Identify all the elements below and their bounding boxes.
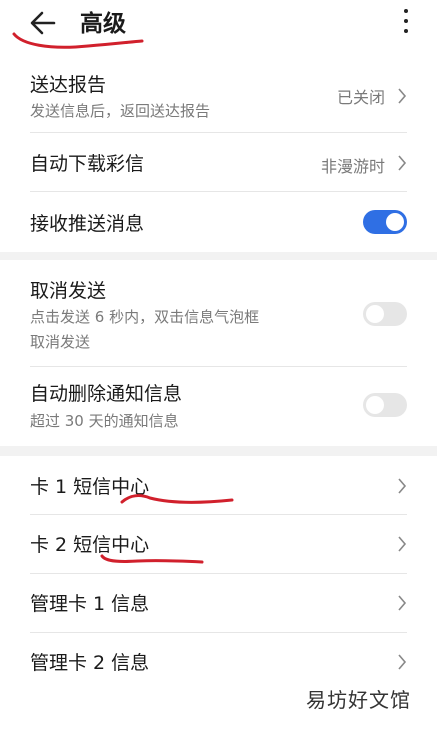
chevron-right-icon [398, 595, 407, 611]
chevron-right-icon [398, 478, 407, 494]
setting-cancel-send: 取消发送 点击发送 6 秒内，双击信息气泡框 取消发送 [0, 260, 437, 358]
chevron-right-icon [398, 536, 407, 552]
chevron-right-icon [398, 654, 407, 670]
setting-value: 已关闭 [336, 88, 385, 107]
setting-value: 非漫游时 [320, 157, 385, 176]
setting-delivery-report[interactable]: 送达报告 发送信息后，返回送达报告 已关闭 [0, 60, 437, 132]
setting-description: 点击发送 6 秒内，双击信息气泡框 [30, 308, 260, 326]
cancel-send-toggle[interactable] [363, 302, 407, 326]
settings-group-send: 取消发送 点击发送 6 秒内，双击信息气泡框 取消发送 自动删除通知信息 超过 … [0, 260, 437, 446]
setting-manage-sim2-messages[interactable]: 管理卡 2 信息 [0, 633, 437, 690]
chevron-right-icon [398, 88, 407, 104]
setting-description: 发送信息后，返回送达报告 [30, 102, 211, 120]
setting-label: 管理卡 2 信息 [30, 652, 150, 674]
settings-group-delivery: 送达报告 发送信息后，返回送达报告 已关闭 自动下载彩信 非漫游时 接收推送消息 [0, 60, 437, 252]
setting-label: 送达报告 [30, 74, 107, 96]
setting-description: 超过 30 天的通知信息 [30, 412, 179, 430]
group-separator [0, 252, 437, 260]
annotation-stroke-sim1 [120, 494, 234, 504]
header-bar: 高级 [0, 0, 437, 60]
setting-receive-push: 接收推送消息 [0, 192, 437, 252]
setting-label: 取消发送 [30, 280, 107, 302]
setting-manage-sim1-messages[interactable]: 管理卡 1 信息 [0, 574, 437, 632]
auto-delete-toggle[interactable] [363, 393, 407, 417]
setting-label: 自动删除通知信息 [30, 383, 183, 405]
setting-label: 自动下载彩信 [30, 153, 145, 175]
setting-sim2-sms-center[interactable]: 卡 2 短信中心 [0, 515, 437, 573]
more-options-icon[interactable] [401, 9, 411, 39]
setting-auto-delete-notifications: 自动删除通知信息 超过 30 天的通知信息 [0, 367, 437, 446]
chevron-right-icon [398, 155, 407, 171]
group-separator [0, 446, 437, 456]
annotation-stroke-sim2 [100, 554, 204, 564]
setting-description: 取消发送 [30, 333, 91, 351]
setting-label: 管理卡 1 信息 [30, 593, 150, 615]
watermark-text: 易坊好文馆 [306, 688, 411, 712]
setting-label: 接收推送消息 [30, 213, 145, 235]
receive-push-toggle[interactable] [363, 210, 407, 234]
setting-auto-download-mms[interactable]: 自动下载彩信 非漫游时 [0, 133, 437, 191]
